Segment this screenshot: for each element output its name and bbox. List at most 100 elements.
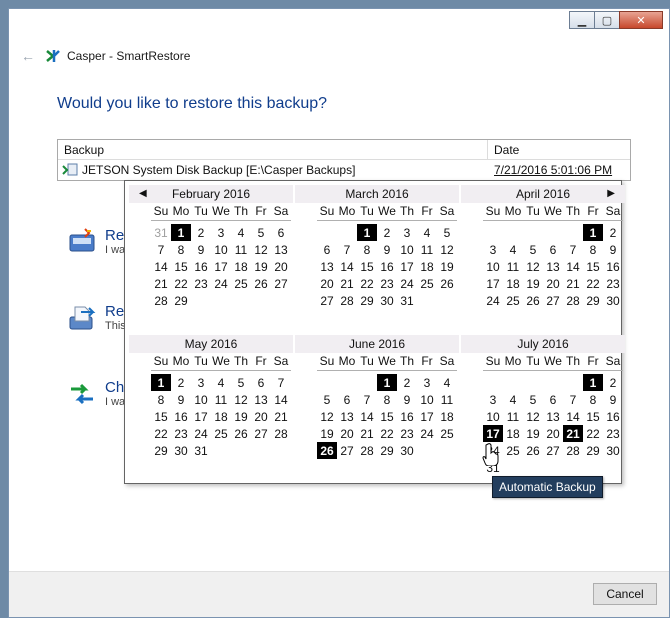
calendar-day[interactable]: 21: [357, 425, 377, 442]
calendar-day[interactable]: 13: [337, 408, 357, 425]
calendar-day[interactable]: 18: [211, 408, 231, 425]
calendar-day[interactable]: 23: [377, 275, 397, 292]
calendar-day[interactable]: 29: [377, 442, 397, 459]
calendar-day[interactable]: 16: [397, 408, 417, 425]
calendar-day[interactable]: 10: [417, 391, 437, 408]
calendar-day[interactable]: 10: [211, 241, 231, 258]
calendar-day[interactable]: 2: [171, 374, 191, 391]
calendar-day[interactable]: 13: [317, 258, 337, 275]
calendar-day[interactable]: 26: [231, 425, 251, 442]
calendar-day-backup[interactable]: 21: [563, 425, 583, 442]
calendar-day[interactable]: 25: [437, 425, 457, 442]
calendar-day[interactable]: 20: [337, 425, 357, 442]
calendar-day-backup[interactable]: 1: [583, 224, 603, 241]
calendar-day[interactable]: 21: [563, 275, 583, 292]
calendar-day[interactable]: 15: [377, 408, 397, 425]
calendar-day[interactable]: 10: [191, 391, 211, 408]
column-header-date[interactable]: Date: [488, 143, 519, 157]
calendar-day[interactable]: 17: [191, 408, 211, 425]
calendar-day[interactable]: 6: [317, 241, 337, 258]
calendar-day[interactable]: 25: [503, 292, 523, 309]
calendar-day[interactable]: 28: [271, 425, 291, 442]
calendar-day[interactable]: 15: [583, 258, 603, 275]
calendar-day[interactable]: 17: [211, 258, 231, 275]
calendar-day[interactable]: 29: [583, 442, 603, 459]
calendar-day[interactable]: 3: [191, 374, 211, 391]
calendar-day[interactable]: 6: [251, 374, 271, 391]
calendar-day[interactable]: 20: [543, 275, 563, 292]
calendar-day[interactable]: 29: [171, 292, 191, 309]
calendar-day[interactable]: 20: [251, 408, 271, 425]
calendar-day[interactable]: 6: [543, 391, 563, 408]
calendar-day[interactable]: 16: [191, 258, 211, 275]
calendar-day[interactable]: 13: [543, 408, 563, 425]
calendar-day[interactable]: 16: [603, 408, 623, 425]
calendar-day-other-month[interactable]: 31: [151, 224, 171, 241]
calendar-day[interactable]: 4: [417, 224, 437, 241]
calendar-day[interactable]: 19: [231, 408, 251, 425]
close-button[interactable]: ✕: [619, 11, 663, 29]
calendar-day[interactable]: 30: [397, 442, 417, 459]
option-1[interactable]: Re I wa: [67, 227, 125, 257]
calendar-day[interactable]: 15: [151, 408, 171, 425]
calendar-day[interactable]: 24: [483, 292, 503, 309]
calendar-day[interactable]: 19: [523, 275, 543, 292]
calendar-day[interactable]: 21: [337, 275, 357, 292]
calendar-day[interactable]: 7: [563, 241, 583, 258]
calendar-day[interactable]: 13: [271, 241, 291, 258]
calendar-day[interactable]: 7: [357, 391, 377, 408]
calendar-day[interactable]: 21: [271, 408, 291, 425]
calendar-day[interactable]: 28: [563, 442, 583, 459]
calendar-day[interactable]: 26: [251, 275, 271, 292]
calendar-day[interactable]: 20: [271, 258, 291, 275]
calendar-day[interactable]: 19: [317, 425, 337, 442]
calendar-day-backup[interactable]: 1: [377, 374, 397, 391]
calendar-day[interactable]: 7: [337, 241, 357, 258]
calendar-day[interactable]: 29: [151, 442, 171, 459]
calendar-day[interactable]: 25: [211, 425, 231, 442]
calendar-day[interactable]: 11: [417, 241, 437, 258]
calendar-day[interactable]: 19: [523, 425, 543, 442]
calendar-day[interactable]: 30: [603, 442, 623, 459]
calendar-day[interactable]: 25: [417, 275, 437, 292]
calendar-day[interactable]: 26: [523, 292, 543, 309]
calendar-day[interactable]: 9: [171, 391, 191, 408]
calendar-day-backup[interactable]: 17: [483, 425, 503, 442]
calendar-day[interactable]: 27: [543, 292, 563, 309]
calendar-day[interactable]: 6: [543, 241, 563, 258]
calendar-day[interactable]: 22: [583, 275, 603, 292]
calendar-day[interactable]: 23: [171, 425, 191, 442]
calendar-day[interactable]: 20: [543, 425, 563, 442]
calendar-day[interactable]: 8: [171, 241, 191, 258]
calendar-day[interactable]: 22: [151, 425, 171, 442]
calendar-day[interactable]: 19: [251, 258, 271, 275]
calendar-day[interactable]: 25: [231, 275, 251, 292]
calendar-day[interactable]: 20: [317, 275, 337, 292]
calendar-day[interactable]: 14: [563, 408, 583, 425]
calendar-day[interactable]: 27: [317, 292, 337, 309]
calendar-day[interactable]: 10: [397, 241, 417, 258]
backup-date[interactable]: 7/21/2016 5:01:06 PM: [488, 163, 612, 177]
calendar-day[interactable]: 28: [357, 442, 377, 459]
column-header-backup[interactable]: Backup: [58, 140, 488, 159]
calendar-day-backup[interactable]: 1: [151, 374, 171, 391]
calendar-day[interactable]: 31: [191, 442, 211, 459]
calendar-day[interactable]: 18: [231, 258, 251, 275]
calendar-day[interactable]: 23: [397, 425, 417, 442]
calendar-day[interactable]: 12: [523, 408, 543, 425]
calendar-day[interactable]: 27: [543, 442, 563, 459]
calendar-day[interactable]: 19: [437, 258, 457, 275]
calendar-day[interactable]: 22: [357, 275, 377, 292]
calendar-day-backup[interactable]: 1: [357, 224, 377, 241]
calendar-day[interactable]: 8: [151, 391, 171, 408]
calendar-day[interactable]: 17: [417, 408, 437, 425]
calendar-day[interactable]: 11: [437, 391, 457, 408]
calendar-day[interactable]: 30: [171, 442, 191, 459]
calendar-day[interactable]: 26: [437, 275, 457, 292]
calendar-day[interactable]: 7: [151, 241, 171, 258]
calendar-day[interactable]: 24: [397, 275, 417, 292]
calendar-day[interactable]: 29: [583, 292, 603, 309]
calendar-day[interactable]: 15: [583, 408, 603, 425]
next-month-arrow-icon[interactable]: ▶: [607, 185, 615, 203]
calendar-day[interactable]: 5: [251, 224, 271, 241]
